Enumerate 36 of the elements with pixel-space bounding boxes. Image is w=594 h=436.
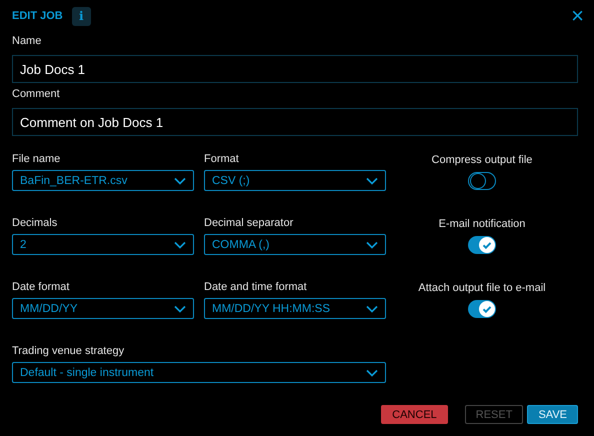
chevron-down-icon: [174, 240, 186, 248]
toggle-switch[interactable]: [468, 300, 496, 318]
chevron-down-icon: [366, 368, 378, 376]
field-label: Comment: [12, 87, 60, 102]
dialog-title: EDIT JOB: [12, 10, 63, 22]
dropdown[interactable]: MM/DD/YY: [12, 298, 194, 319]
chevron-down-icon: [174, 304, 186, 312]
field-label: Date and time format: [204, 280, 307, 295]
close-button[interactable]: ×: [571, 6, 584, 26]
chevron-down-icon: [366, 176, 378, 184]
save-button[interactable]: SAVE: [527, 405, 578, 424]
dropdown[interactable]: BaFin_BER-ETR.csv: [12, 170, 194, 191]
dropdown[interactable]: CSV (;): [204, 170, 386, 191]
dropdown[interactable]: Default - single instrument: [12, 362, 386, 383]
toggle-label: Attach output file to e-mail: [418, 281, 546, 296]
dropdown[interactable]: 2: [12, 234, 194, 255]
info-button[interactable]: i: [72, 6, 91, 26]
toggle-switch[interactable]: [468, 236, 496, 254]
chevron-down-icon: [366, 240, 378, 248]
text-input[interactable]: Job Docs 1: [12, 55, 578, 83]
field-label: Decimals: [12, 216, 58, 231]
field-label: Format: [204, 152, 239, 167]
field-label: Decimal separator: [204, 216, 294, 231]
field-label: File name: [12, 152, 60, 167]
field-label: Name: [12, 34, 42, 49]
cancel-button[interactable]: CANCEL: [381, 405, 448, 424]
text-input[interactable]: Comment on Job Docs 1: [12, 108, 578, 136]
toggle-label: E-mail notification: [438, 217, 526, 232]
dropdown[interactable]: MM/DD/YY HH:MM:SS: [204, 298, 386, 319]
dropdown[interactable]: COMMA (,): [204, 234, 386, 255]
chevron-down-icon: [174, 176, 186, 184]
toggle-label: Compress output file: [432, 153, 532, 168]
chevron-down-icon: [366, 304, 378, 312]
field-label: Trading venue strategy: [12, 344, 124, 359]
field-label: Date format: [12, 280, 70, 295]
toggle-switch[interactable]: [468, 172, 496, 190]
